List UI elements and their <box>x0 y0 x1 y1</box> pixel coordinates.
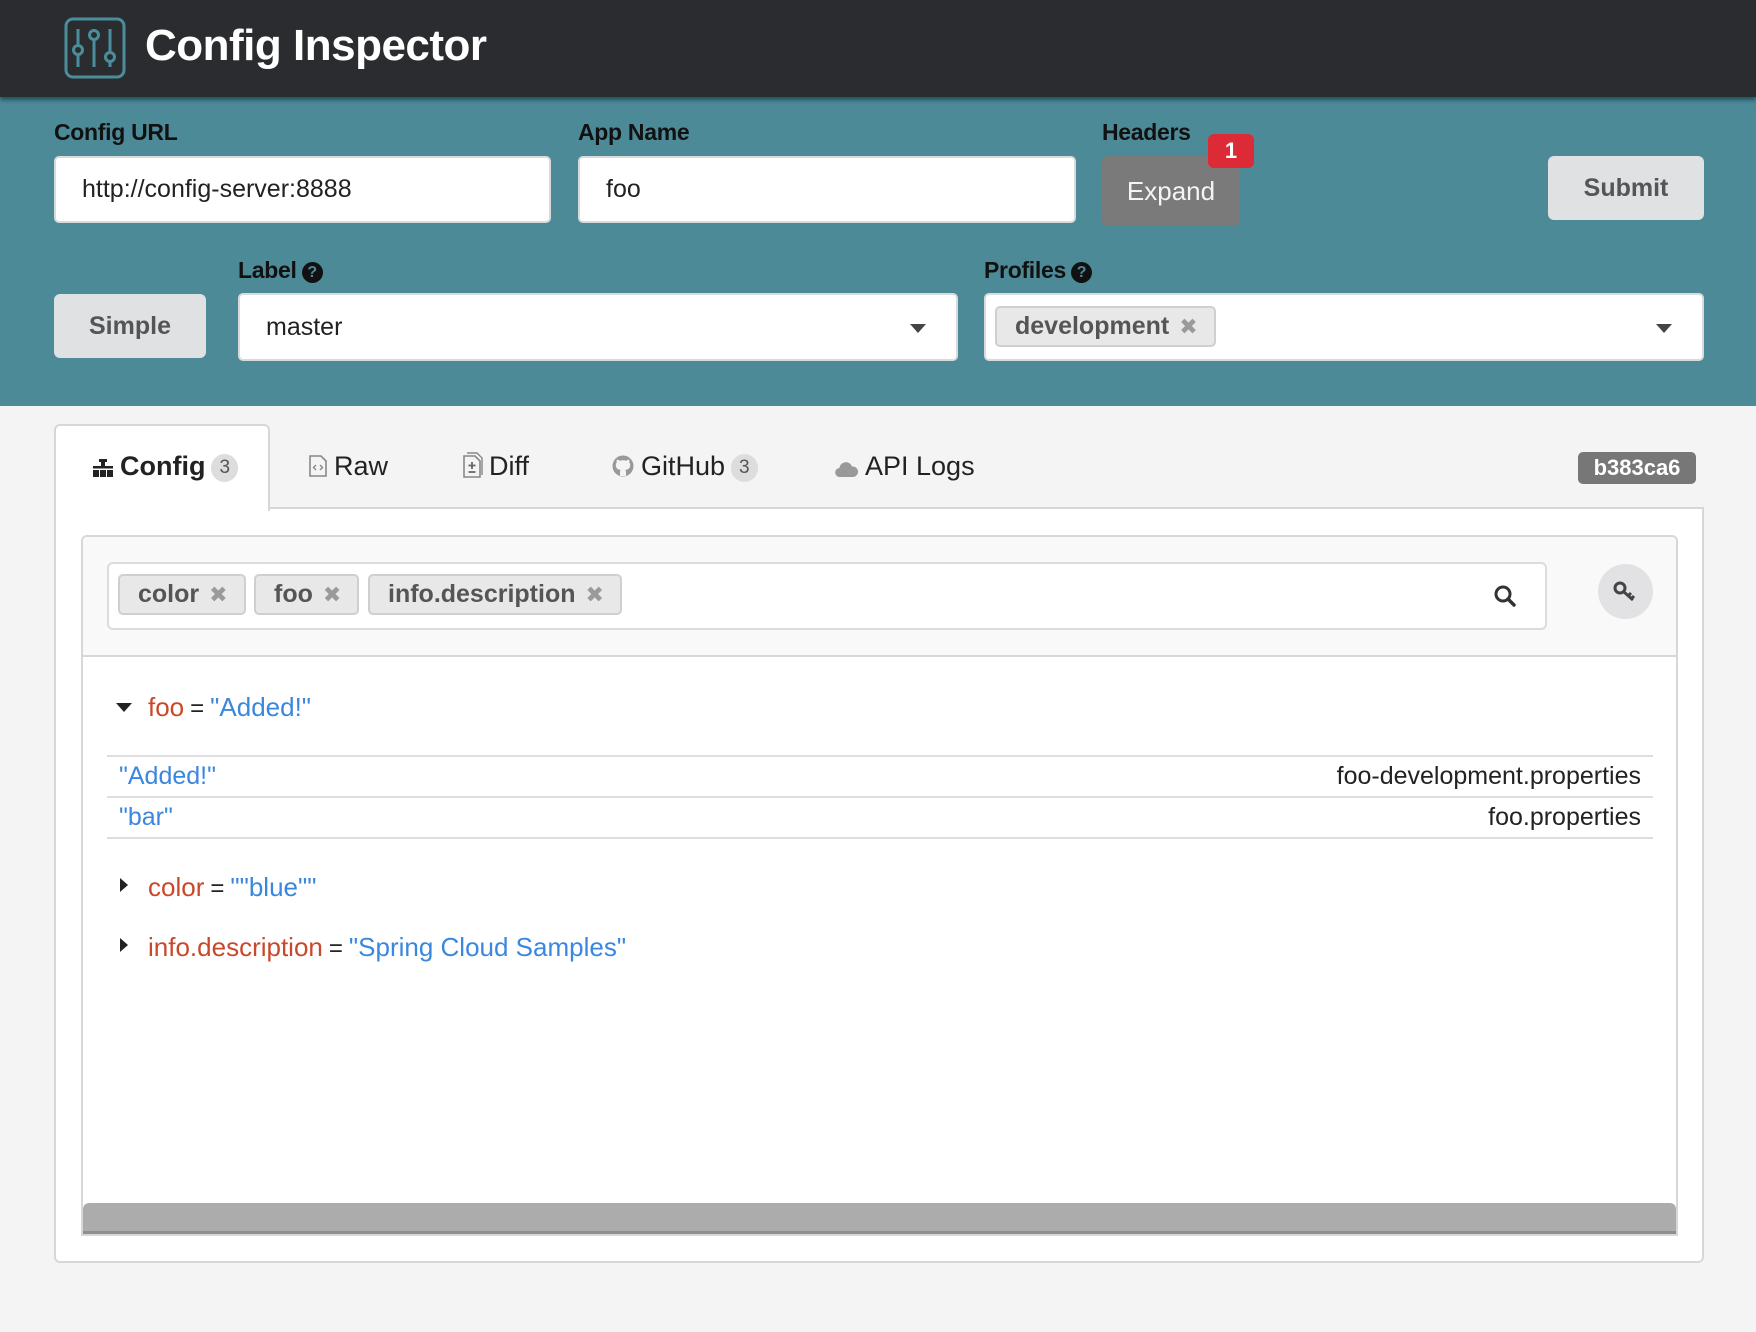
config-view: color ✖ foo ✖ info.description ✖ foo = "Added… <box>81 535 1678 1236</box>
profiles-select[interactable]: development ✖ <box>984 293 1704 361</box>
source-file: foo.properties <box>1488 803 1641 831</box>
tab-config-label: Config <box>120 451 206 481</box>
question-circle-icon[interactable]: ? <box>301 262 323 283</box>
property-key: color <box>148 872 205 902</box>
file-diff-icon <box>463 452 483 478</box>
sliders-icon <box>64 17 126 79</box>
profile-chip: development ✖ <box>995 306 1216 347</box>
source-value: "bar" <box>119 803 173 831</box>
label-field-label-text: Label <box>238 257 297 283</box>
filter-chip: info.description ✖ <box>368 574 622 615</box>
label-select[interactable]: master <box>238 293 958 361</box>
app-header: Config Inspector <box>0 0 1756 97</box>
file-code-icon <box>309 455 327 477</box>
key-icon <box>1613 581 1636 602</box>
tab-diff-label: Diff <box>489 451 530 481</box>
app-name-input[interactable]: foo <box>578 156 1076 223</box>
tab-raw[interactable]: Raw <box>308 448 388 484</box>
config-url-input[interactable]: http://config-server:8888 <box>54 156 551 223</box>
remove-icon[interactable]: ✖ <box>209 582 227 607</box>
equals-sign: = <box>190 695 205 722</box>
profiles-field-label: Profiles? <box>984 257 1092 284</box>
query-form: Config URL http://config-server:8888 App… <box>0 97 1756 406</box>
horizontal-scrollbar[interactable] <box>83 1203 1676 1234</box>
config-url-label: Config URL <box>54 119 178 145</box>
profile-chip-label: development <box>1015 312 1170 340</box>
property-filter-input[interactable]: color ✖ foo ✖ info.description ✖ <box>107 562 1547 630</box>
property-row-info-description[interactable]: info.description = "Spring Cloud Samples" <box>116 930 626 966</box>
filter-bar: color ✖ foo ✖ info.description ✖ <box>83 537 1676 657</box>
remove-icon[interactable]: ✖ <box>1179 314 1197 339</box>
source-row: "Added!" foo-development.properties <box>107 757 1653 798</box>
property-row-foo[interactable]: foo = "Added!" <box>116 690 311 726</box>
simple-mode-button[interactable]: Simple <box>54 294 206 358</box>
caret-right-icon[interactable] <box>120 878 128 892</box>
tab-github[interactable]: GitHub 3 <box>611 448 758 484</box>
headers-label: Headers <box>1102 119 1191 145</box>
question-circle-icon[interactable]: ? <box>1070 262 1092 283</box>
submit-button[interactable]: Submit <box>1548 156 1704 220</box>
search-icon[interactable] <box>1493 584 1517 608</box>
tab-diff[interactable]: Diff <box>463 448 529 484</box>
tab-raw-label: Raw <box>334 451 389 481</box>
tab-config[interactable]: Config 3 <box>92 448 239 484</box>
commit-badge: b383ca6 <box>1578 452 1696 484</box>
chevron-down-icon[interactable] <box>1656 324 1672 333</box>
tab-config-count: 3 <box>211 454 239 482</box>
filter-chip-label: foo <box>274 580 313 608</box>
caret-down-icon[interactable] <box>116 703 132 712</box>
app-title: Config Inspector <box>145 21 487 70</box>
equals-sign: = <box>210 875 225 902</box>
property-row-color[interactable]: color = ""blue"" <box>116 870 316 906</box>
remove-icon[interactable]: ✖ <box>586 582 604 607</box>
source-file: foo-development.properties <box>1336 762 1641 790</box>
label-field-label: Label? <box>238 257 323 284</box>
filter-chip-label: color <box>138 580 200 608</box>
source-value: "Added!" <box>119 762 216 790</box>
source-row: "bar" foo.properties <box>107 798 1653 839</box>
property-value: ""blue"" <box>230 872 317 902</box>
property-value: "Spring Cloud Samples" <box>348 932 627 962</box>
property-value: "Added!" <box>210 692 312 722</box>
tab-github-count: 3 <box>731 454 758 482</box>
headers-count-badge: 1 <box>1208 134 1254 168</box>
property-key: foo <box>148 692 185 722</box>
tab-api-logs[interactable]: API Logs <box>835 448 975 484</box>
filter-chip-label: info.description <box>388 580 576 608</box>
remove-icon[interactable]: ✖ <box>323 582 341 607</box>
key-toggle-button[interactable] <box>1598 564 1653 619</box>
equals-sign: = <box>328 935 343 962</box>
github-icon <box>612 455 634 477</box>
tab-api-logs-label: API Logs <box>865 451 975 481</box>
filter-chip: color ✖ <box>118 574 246 615</box>
property-key: info.description <box>148 932 323 962</box>
filter-chip: foo ✖ <box>254 574 360 615</box>
caret-right-icon[interactable] <box>120 938 128 952</box>
cloud-icon <box>835 462 859 478</box>
label-selected-value: master <box>266 313 343 341</box>
sitemap-icon <box>93 459 113 477</box>
profiles-field-label-text: Profiles <box>984 257 1066 283</box>
tab-github-label: GitHub <box>641 451 726 481</box>
app-name-label: App Name <box>578 119 690 145</box>
property-sources-table: "Added!" foo-development.properties "bar… <box>107 755 1653 839</box>
chevron-down-icon[interactable] <box>910 324 926 333</box>
